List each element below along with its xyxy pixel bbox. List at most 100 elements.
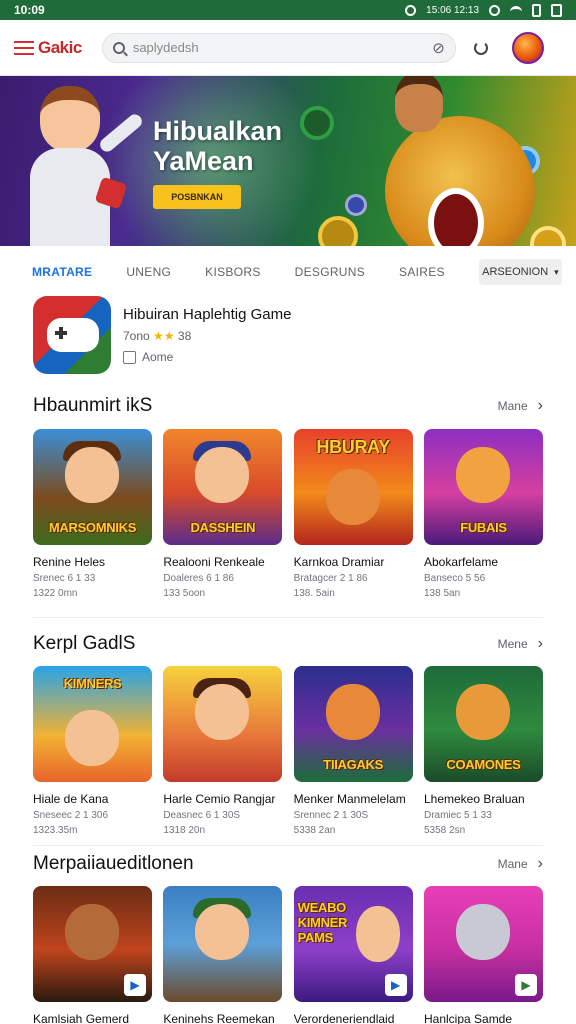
app-thumbnail: DASSHEIN (163, 429, 283, 545)
coin-decoration (530, 226, 566, 246)
tab-3[interactable]: DESGRUNS (295, 265, 365, 279)
thumbnail-label: DASSHEIN (190, 520, 256, 535)
app-subtitle: Srenec 6 1 33 (33, 573, 96, 584)
app-card[interactable]: MARSOMNIKS Renine Heles Srenec 6 1 33 13… (33, 429, 152, 599)
star-icon: ★ (153, 329, 164, 343)
featured-app-title: Hibuiran Haplehtig Game (123, 306, 292, 323)
rider-character (395, 76, 443, 132)
more-label: Mene (497, 637, 528, 651)
app-title: Abokarfelame (423, 555, 499, 569)
app-thumbnail: FUBAIS (423, 429, 543, 545)
app-card[interactable]: WEABO KIMNER PAMS ▶ Verordeneriendlaid (293, 886, 413, 1024)
app-bar: Gakic saplydedsh ⊘ (0, 20, 576, 76)
app-card[interactable]: FUBAIS Abokarfelame Banseco 5 56 138 5an (423, 429, 543, 599)
featured-app-tag: Aome (123, 350, 291, 364)
refresh-icon[interactable] (473, 40, 488, 55)
app-thumbnail: COAMONES (423, 666, 543, 782)
app-size: 1323.35m (33, 825, 78, 836)
thumbnail-label: HBURAY (316, 437, 390, 457)
menu-icon[interactable] (14, 40, 34, 55)
promo-banner[interactable]: Hibualkan YaMean POSBNKAN (0, 76, 576, 246)
more-label: Mane (497, 857, 528, 871)
banner-title: Hibualkan YaMean (153, 116, 282, 176)
app-title: Menker Manmelelam (293, 792, 406, 806)
status-bar: 10:09 15:06 12:13 (0, 0, 576, 20)
chevron-right-icon: › (537, 635, 543, 652)
coin-decoration (345, 194, 367, 216)
section-more-link[interactable]: Mene › (498, 635, 543, 653)
section-more-link[interactable]: Mane › (498, 397, 543, 415)
search-input[interactable]: saplydedsh (133, 40, 432, 55)
app-title: Lhemekeo Braluan (423, 792, 525, 806)
app-size: 133 5oon (163, 588, 206, 599)
rating-text: 7ono (123, 329, 150, 343)
tab-4[interactable]: SAIRES (399, 265, 445, 279)
app-subtitle: Srennec 2 1 30S (293, 810, 369, 821)
thumbnail-label: FUBAIS (460, 520, 507, 535)
app-thumbnail (163, 886, 283, 1002)
app-thumbnail: ▶ (423, 886, 543, 1002)
play-badge-icon: ▶ (124, 974, 146, 996)
featured-app-icon (33, 296, 111, 374)
section-more-link[interactable]: Mane › (498, 855, 543, 873)
more-label: Mane (497, 399, 528, 413)
app-grid: MARSOMNIKS Renine Heles Srenec 6 1 33 13… (33, 429, 543, 599)
status-time: 10:09 (14, 3, 45, 17)
tag-label: Aome (142, 350, 174, 364)
app-title: Verordeneriendlaid (293, 1012, 395, 1024)
app-thumbnail: TIIAGAKS (293, 666, 413, 782)
app-subtitle: Banseco 5 56 (423, 573, 486, 584)
tab-0[interactable]: MRATARE (32, 265, 92, 279)
rating-count: 38 (177, 329, 192, 343)
hero-character (18, 86, 145, 246)
section-header: Merpaiiaueditlonen Mane › (33, 852, 543, 876)
app-thumbnail: MARSOMNIKS (33, 429, 152, 545)
app-card[interactable]: TIIAGAKS Menker Manmelelam Srennec 2 1 3… (293, 666, 413, 836)
gamepad-icon (47, 318, 99, 352)
status-icons: 15:06 12:13 (405, 3, 562, 17)
app-subtitle: Deasnec 6 1 30S (163, 810, 241, 821)
app-card[interactable]: Keninehs Reemekan (163, 886, 283, 1024)
featured-app-info: Hibuiran Haplehtig Game 7ono ★★ 38 Aome (123, 296, 291, 376)
thumbnail-label: TIIAGAKS (323, 757, 384, 772)
tab-2[interactable]: KISBORS (205, 265, 260, 279)
search-bar[interactable]: saplydedsh ⊘ (101, 32, 456, 63)
app-card[interactable]: COAMONES Lhemekeo Braluan Dramiec 5 1 33… (423, 666, 543, 836)
star-icon: ★ (163, 329, 175, 343)
app-thumbnail: HBURAY (293, 429, 413, 545)
section-title: Merpaiiaueditlonen (33, 853, 194, 874)
app-title: Keninehs Reemekan (163, 1012, 275, 1024)
app-logo[interactable]: Gakic (38, 38, 82, 58)
featured-app[interactable]: Hibuiran Haplehtig Game 7ono ★★ 38 Aome (33, 296, 543, 376)
chevron-right-icon: › (537, 397, 543, 414)
app-size: 138 5an (423, 588, 461, 599)
app-title: Realooni Renkeale (163, 555, 265, 569)
category-dropdown[interactable]: ARSEONION ▾ (478, 259, 562, 285)
tab-1[interactable]: UNENG (126, 265, 171, 279)
play-badge-icon: ▶ (384, 974, 407, 996)
banner-cta-button[interactable]: POSBNKAN (153, 185, 241, 209)
banner-title-line2: YaMean (153, 146, 254, 176)
wifi-icon (510, 5, 522, 15)
app-subtitle: Bratagcer 2 1 86 (293, 573, 368, 584)
app-card[interactable]: DASSHEIN Realooni Renkeale Doaleres 6 1 … (163, 429, 283, 599)
status-right-text: 15:06 12:13 (426, 4, 479, 16)
chevron-right-icon: › (537, 855, 543, 872)
app-title: Kamlsiah Gemerd (33, 1012, 130, 1024)
category-tabs: MRATARE UNENG KISBORS DESGRUNS SAIRES AR… (0, 252, 576, 292)
avatar[interactable] (511, 31, 544, 64)
app-card[interactable]: ▶ Hanlcipa Samde (423, 886, 543, 1024)
thumbnail-label: KIMNERS (63, 676, 122, 691)
coin-decoration (318, 216, 358, 246)
app-card[interactable]: ▶ Kamlsiah Gemerd (33, 886, 152, 1024)
app-card[interactable]: HBURAY Karnkoa Dramiar Bratagcer 2 1 86 … (293, 429, 413, 599)
app-card[interactable]: KIMNERS Hiale de Kana Sneseec 2 1 306 13… (33, 666, 152, 836)
app-thumbnail: ▶ (33, 886, 152, 1002)
app-size: 5338 2an (293, 825, 336, 836)
app-title: Harle Cemio Rangjar (163, 792, 276, 806)
app-thumbnail: KIMNERS (33, 666, 152, 782)
clear-icon[interactable]: ⊘ (432, 39, 445, 57)
app-card[interactable]: Harle Cemio Rangjar Deasnec 6 1 30S 1318… (163, 666, 283, 836)
section-header: Hbaunmirt ikS Mane › (33, 394, 543, 418)
play-badge-icon: ▶ (514, 974, 537, 996)
